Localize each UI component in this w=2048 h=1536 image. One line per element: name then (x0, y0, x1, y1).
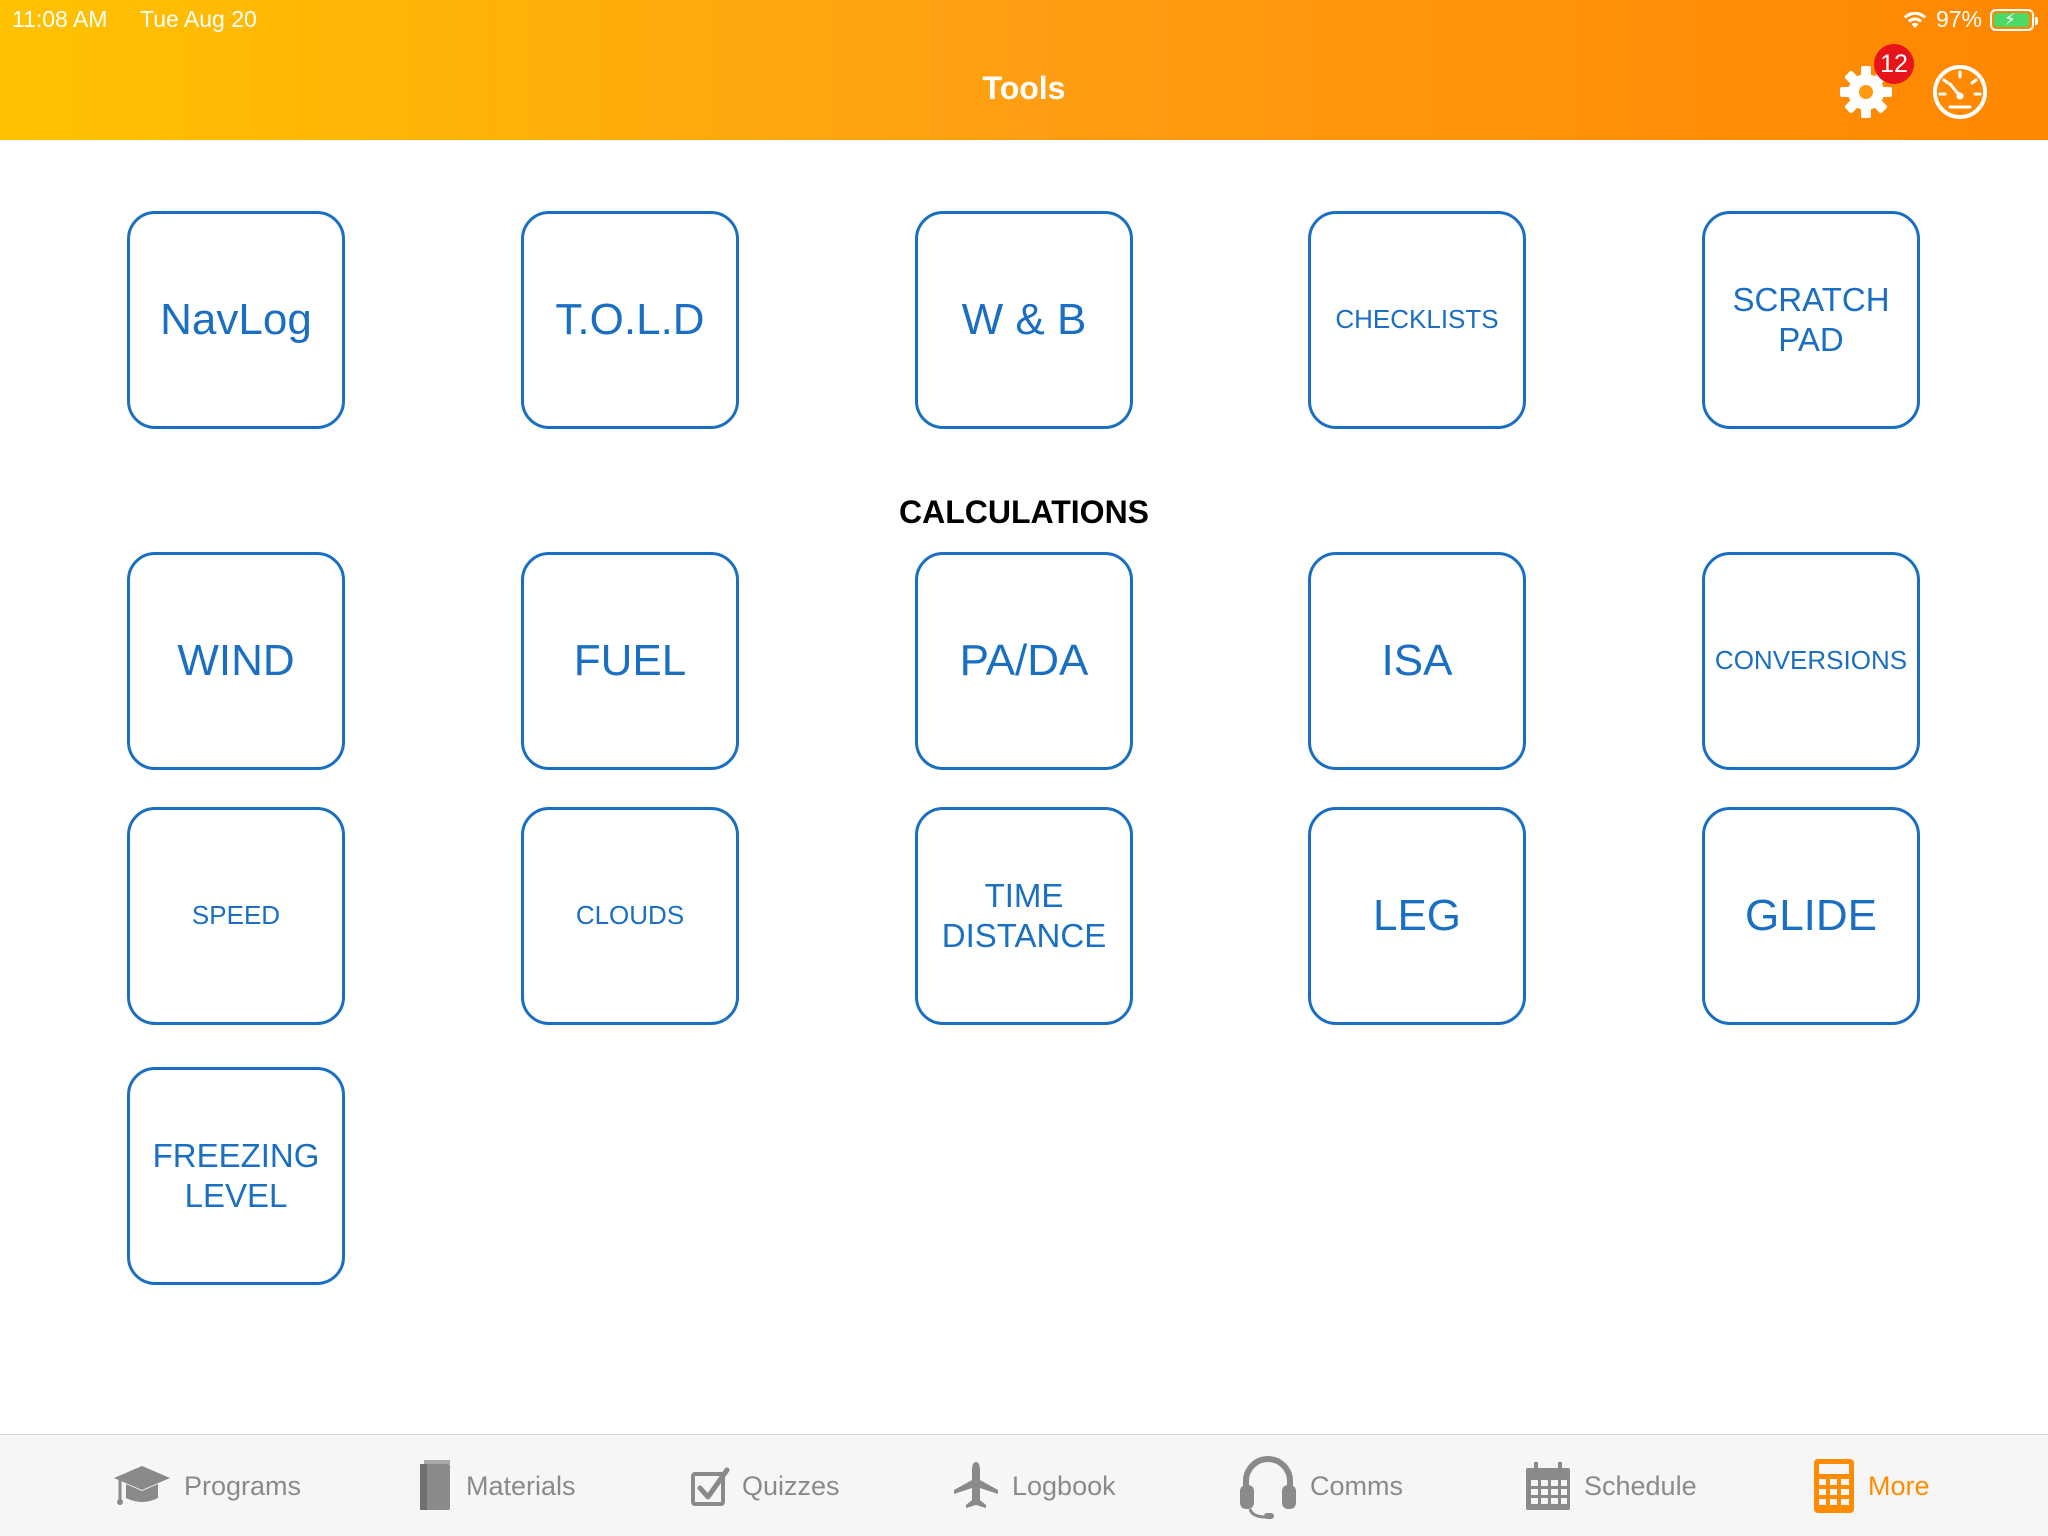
tools-screen: 11:08 AM Tue Aug 20 97% ⚡ Tools 12 NavLo… (0, 0, 2048, 1536)
tab-materials[interactable]: Materials (416, 1435, 576, 1536)
tab-programs[interactable]: Programs (112, 1435, 301, 1536)
header: 11:08 AM Tue Aug 20 97% ⚡ Tools 12 (0, 0, 2048, 140)
speed-button[interactable]: SPEED (127, 807, 345, 1025)
notification-badge: 12 (1874, 44, 1914, 84)
conversions-button[interactable]: CONVERSIONS (1702, 552, 1920, 770)
battery-percent: 97% (1935, 6, 1982, 32)
tab-logbook[interactable]: Logbook (952, 1435, 1116, 1536)
status-bar: 11:08 AM Tue Aug 20 97% ⚡ (0, 0, 2048, 40)
battery-tip (2035, 16, 2038, 25)
airplane-icon (954, 1462, 998, 1508)
tab-label: Schedule (1584, 1470, 1697, 1501)
status-indicators: 97% ⚡ (1902, 6, 2038, 33)
clouds-button[interactable]: CLOUDS (521, 807, 739, 1025)
status-time: 11:08 AM (12, 6, 108, 32)
pa-da-button[interactable]: PA/DA (915, 552, 1133, 770)
navlog-button[interactable]: NavLog (127, 211, 345, 429)
leg-button[interactable]: LEG (1308, 807, 1526, 1025)
calculator-icon (1814, 1459, 1854, 1513)
charging-bolt-icon: ⚡ (2004, 9, 2016, 29)
tab-bar: Programs Materials Quizzes Logbook Comms… (0, 1434, 2048, 1536)
checklists-button[interactable]: CHECKLISTS (1308, 211, 1526, 429)
time-distance-button[interactable]: TIME DISTANCE (915, 807, 1133, 1025)
scratch-pad-button[interactable]: SCRATCH PAD (1702, 211, 1920, 429)
status-date: Tue Aug 20 (140, 6, 257, 32)
checkbox-icon (691, 1467, 730, 1506)
tab-schedule[interactable]: Schedule (1524, 1435, 1697, 1536)
graduation-cap-icon (114, 1466, 170, 1505)
glide-button[interactable]: GLIDE (1702, 807, 1920, 1025)
headset-icon (1240, 1456, 1296, 1519)
book-icon (420, 1460, 450, 1510)
tab-more[interactable]: More (1812, 1435, 1930, 1536)
wind-button[interactable]: WIND (127, 552, 345, 770)
gauge-icon (1933, 65, 1987, 119)
page-title: Tools (982, 70, 1066, 106)
told-button[interactable]: T.O.L.D (521, 211, 739, 429)
isa-button[interactable]: ISA (1308, 552, 1526, 770)
calculations-heading: CALCULATIONS (898, 494, 1150, 530)
tab-label: Materials (466, 1470, 576, 1501)
tab-label: Programs (184, 1470, 302, 1501)
tab-label: Quizzes (742, 1470, 840, 1501)
tab-quizzes[interactable]: Quizzes (690, 1435, 840, 1536)
fuel-button[interactable]: FUEL (521, 552, 739, 770)
tab-label: Comms (1310, 1470, 1403, 1501)
battery-icon: ⚡ (1990, 8, 2038, 31)
dashboard-button[interactable] (1930, 62, 1990, 119)
freezing-level-button[interactable]: FREEZING LEVEL (127, 1067, 345, 1285)
tab-label: More (1868, 1470, 1930, 1501)
wifi-icon (1903, 11, 1927, 28)
calendar-icon (1526, 1462, 1570, 1510)
tab-label: Logbook (1012, 1470, 1116, 1501)
tab-comms[interactable]: Comms (1238, 1435, 1403, 1536)
weight-balance-button[interactable]: W & B (915, 211, 1133, 429)
